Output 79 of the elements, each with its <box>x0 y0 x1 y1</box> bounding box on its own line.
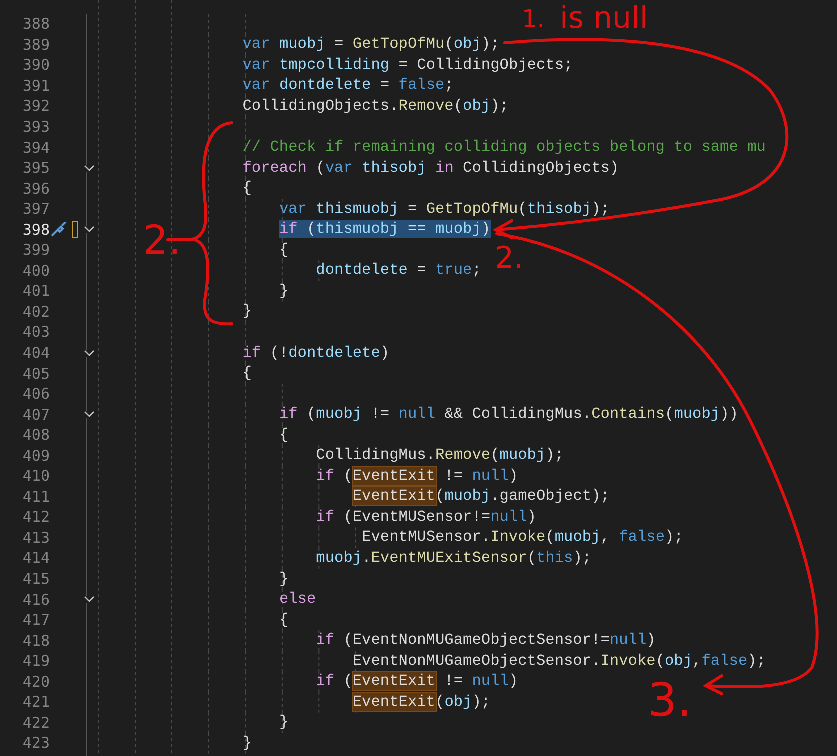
code-line: if (thismuobj == muobj) <box>279 220 491 240</box>
chevron-down-icon[interactable] <box>84 411 94 418</box>
code-line: } <box>279 282 289 301</box>
line-number: 409 <box>22 446 50 465</box>
line-number: 392 <box>22 97 50 116</box>
line-number: 421 <box>22 693 50 712</box>
line-number: 395 <box>22 159 50 178</box>
code-line: CollidingMus.Remove(muobj); <box>316 446 564 466</box>
line-number: 389 <box>22 36 50 54</box>
annotation-text: 1. <box>522 6 545 34</box>
code-line: } <box>279 570 289 589</box>
code-line: EventExit(muobj.gameObject); <box>352 487 610 506</box>
code-line: } <box>242 734 252 753</box>
chevron-down-icon[interactable] <box>84 350 94 357</box>
line-number: 404 <box>22 344 50 362</box>
code-line: var muobj = GetTopOfMu(obj); <box>242 35 500 54</box>
code-line: if (!dontdelete) <box>242 344 390 363</box>
line-number: 399 <box>22 241 50 260</box>
chevron-down-icon[interactable] <box>84 164 94 172</box>
code-line: if (EventMUSensor!=null) <box>316 508 536 527</box>
line-number: 394 <box>22 138 50 157</box>
line-number: 396 <box>22 180 50 198</box>
line-number: 403 <box>22 323 50 342</box>
line-number: 408 <box>22 426 50 444</box>
line-number: 400 <box>22 262 50 280</box>
line-number: 420 <box>22 672 50 691</box>
code-line: dontdelete = true; <box>316 261 482 280</box>
screwdriver-icon[interactable] <box>50 222 68 238</box>
line-number: 422 <box>22 714 50 732</box>
code-line: var thismuobj = GetTopOfMu(thisobj); <box>279 200 610 219</box>
line-number: 391 <box>22 76 50 95</box>
line-number: 388 <box>22 15 50 34</box>
line-number: 418 <box>22 632 50 650</box>
annotation-text: 3. <box>648 674 692 727</box>
code-line: } <box>242 302 252 322</box>
code-line: if (EventExit != null) <box>316 466 518 486</box>
code-line: { <box>279 610 289 630</box>
code-line: } <box>279 713 289 732</box>
code-line: muobj.EventMUExitSensor(this); <box>316 548 592 568</box>
line-number: 390 <box>22 56 50 74</box>
annotation-text: 2. <box>495 242 524 276</box>
code-line: EventNonMUGameObjectSensor.Invoke(obj,false); <box>352 652 766 671</box>
code-line: { <box>242 364 252 384</box>
line-number: 419 <box>22 652 50 670</box>
code-line: foreach (var thisobj in CollidingObjects) <box>242 158 620 178</box>
line-number: 406 <box>22 385 50 404</box>
line-number: 411 <box>22 488 50 506</box>
code-line: if (EventNonMUGameObjectSensor!=null) <box>316 631 656 650</box>
line-number: 397 <box>22 200 50 218</box>
code-line: CollidingObjects.Remove(obj); <box>242 96 509 116</box>
line-number: 398 <box>22 220 50 239</box>
line-number: 402 <box>22 302 50 321</box>
line-number: 414 <box>22 549 50 568</box>
line-number: 401 <box>22 282 50 300</box>
chevron-down-icon[interactable] <box>84 596 94 604</box>
code-line: { <box>279 240 289 260</box>
code-line: var dontdelete = false; <box>242 76 454 96</box>
line-number: 405 <box>22 364 50 383</box>
code-line: EventMUSensor.Invoke(muobj, false); <box>362 528 684 548</box>
line-number: 413 <box>22 528 50 547</box>
line-number: 423 <box>22 734 50 752</box>
line-number: 412 <box>22 508 50 526</box>
annotation-text: 2. <box>143 218 182 264</box>
line-number: 416 <box>22 590 50 609</box>
code-line: { <box>242 179 252 198</box>
chevron-down-icon[interactable] <box>84 226 94 234</box>
line-number: 410 <box>22 467 50 486</box>
code-line: if (EventExit != null) <box>316 672 518 692</box>
line-number: 393 <box>22 118 50 136</box>
marker-icon <box>72 221 78 238</box>
code-line: // Check if remaining colliding objects belong to same mu <box>242 138 766 158</box>
code-line: { <box>279 426 289 445</box>
line-number: 415 <box>22 570 50 588</box>
code-line: var tmpcolliding = CollidingObjects; <box>242 56 574 75</box>
code-line: if (muobj != null && CollidingMus.Contains(muobj)) <box>279 405 738 424</box>
annotation-text: is null <box>560 2 648 36</box>
code-line: else <box>279 590 316 610</box>
line-number: 417 <box>22 611 50 630</box>
line-number: 407 <box>22 406 50 424</box>
